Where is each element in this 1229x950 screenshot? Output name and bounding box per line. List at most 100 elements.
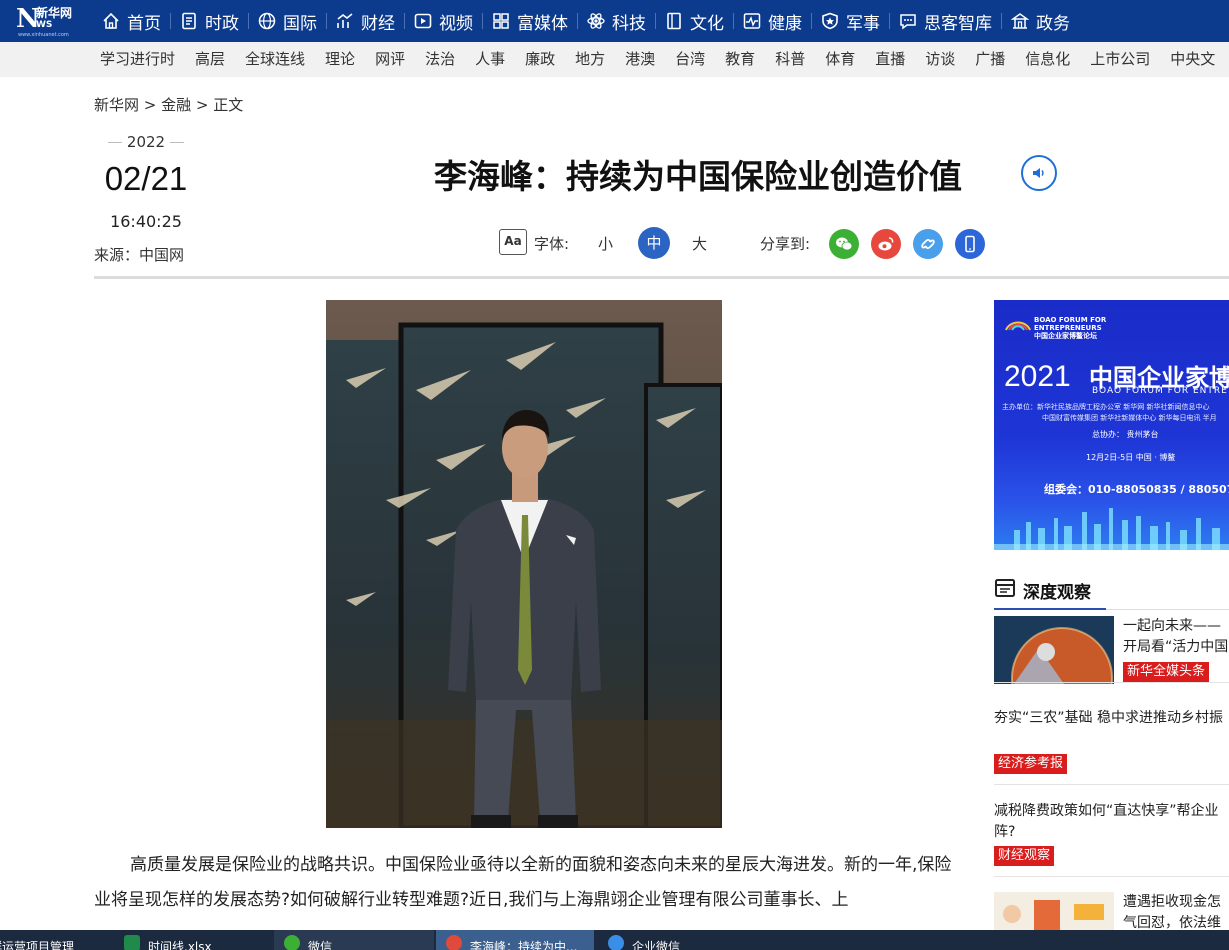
nav-item-government[interactable]: 政务	[1001, 0, 1079, 42]
news-tag[interactable]: 新华全媒头条	[1123, 662, 1210, 682]
font-size-small-button[interactable]: 小	[598, 233, 613, 254]
mobile-icon	[965, 235, 975, 253]
breadcrumb[interactable]: 新华网 > 金融 > 正文	[94, 94, 243, 115]
globe-icon	[257, 11, 277, 31]
sub-nav-item[interactable]: 人事	[465, 42, 515, 77]
sub-nav-item[interactable]: 教育	[715, 42, 765, 77]
video-icon	[413, 11, 433, 31]
sub-nav-item[interactable]: 理论	[315, 42, 365, 77]
nav-item-finance[interactable]: 财经	[326, 0, 404, 42]
ad-co-organizer: 总协办： 贵州茅台	[1092, 430, 1159, 439]
wecom-icon	[608, 935, 624, 950]
nav-item-culture[interactable]: 文化	[655, 0, 733, 42]
section-title-text: 深度观察	[1023, 583, 1091, 603]
share-link-button[interactable]	[913, 229, 943, 259]
news-headline-line[interactable]: 一起向未来——	[1123, 616, 1221, 637]
top-navigation-bar: N 新华网 WS www.xinhuanet.com 首页 时政 国际 财经 视…	[0, 0, 1229, 42]
ad-small-line: 中国企业家博鳌论坛	[1034, 332, 1097, 340]
home-icon	[101, 11, 121, 31]
news-headline-line[interactable]: 减税降费政策如何“直达快享”帮企业	[994, 801, 1219, 822]
font-size-icon: Aa	[499, 229, 527, 255]
document-icon	[179, 11, 199, 31]
section-underline	[1106, 609, 1229, 610]
news-separator	[994, 876, 1229, 877]
sub-nav-item[interactable]: 体育	[815, 42, 865, 77]
sub-nav-item[interactable]: 高层	[185, 42, 235, 77]
taskbar-label: 李海峰：持续为中...	[470, 940, 578, 950]
speaker-icon	[1033, 168, 1044, 178]
news-headline-line[interactable]: 夯实“三农”基础 稳中求进推动乡村振	[994, 708, 1223, 729]
nav-item-video[interactable]: 视频	[404, 0, 482, 42]
nav-label: 健康	[768, 13, 802, 34]
nav-label: 思客智库	[924, 13, 992, 34]
news-headline-line[interactable]: 开局看“活力中国	[1123, 637, 1228, 658]
ad-organizers-2: 中国财富传媒集团 新华社新媒体中心 新华每日电讯 半月	[1042, 414, 1217, 422]
news-separator	[994, 784, 1229, 785]
share-weibo-button[interactable]	[871, 229, 901, 259]
nav-item-tech[interactable]: 科技	[577, 0, 655, 42]
nav-item-military[interactable]: 军事	[811, 0, 889, 42]
ad-small-line: BOAO FORUM FOR	[1034, 316, 1107, 324]
wechat-app-icon	[284, 935, 300, 950]
sub-nav-item[interactable]: 直播	[865, 42, 915, 77]
excel-icon	[124, 935, 140, 950]
font-size-large-button[interactable]: 大	[692, 233, 707, 254]
atom-icon	[586, 11, 606, 31]
sub-nav-item[interactable]: 地方	[565, 42, 615, 77]
news-tag[interactable]: 经济参考报	[994, 754, 1068, 774]
sub-nav-item[interactable]: 台湾	[665, 42, 715, 77]
taskbar-item[interactable]: 微信	[274, 930, 434, 950]
news-tag[interactable]: 财经观察	[994, 846, 1055, 866]
font-size-medium-button[interactable]: 中	[638, 227, 670, 259]
logo-url: www.xinhuanet.com	[18, 32, 69, 38]
taskbar-label: 微信	[308, 940, 333, 950]
article-source: 来源：中国网	[94, 246, 185, 264]
forum-ad-banner[interactable]: BOAO FORUM FOR ENTREPRENEURS 中国企业家博鳌论坛 2…	[994, 300, 1229, 550]
read-aloud-button[interactable]	[1021, 155, 1057, 191]
sub-nav-item[interactable]: 学习进行时	[90, 42, 185, 77]
wechat-icon	[836, 237, 853, 251]
nav-item-international[interactable]: 国际	[248, 0, 326, 42]
font-size-label: 字体:	[534, 235, 570, 253]
nav-label: 时政	[205, 13, 239, 34]
nav-label: 财经	[361, 13, 395, 34]
nav-item-politics[interactable]: 时政	[170, 0, 248, 42]
sub-nav-item[interactable]: 廉政	[515, 42, 565, 77]
sub-nav-item[interactable]: 访谈	[915, 42, 965, 77]
nav-label: 富媒体	[517, 13, 568, 34]
nav-item-health[interactable]: 健康	[733, 0, 811, 42]
share-label: 分享到:	[760, 235, 811, 253]
skyline-illustration	[994, 508, 1229, 550]
sub-nav-item[interactable]: 广播	[965, 42, 1015, 77]
taskbar-label: 企业微信	[632, 940, 681, 950]
weibo-icon	[878, 237, 894, 251]
nav-item-home[interactable]: 首页	[92, 0, 170, 42]
taskbar-item[interactable]: 企业微信	[598, 930, 738, 950]
share-mobile-button[interactable]	[955, 229, 985, 259]
sub-nav-list: 学习进行时 高层 全球连线 理论 网评 法治 人事 廉政 地方 港澳 台湾 教育 科普 体育 直播 访谈 广播信…	[90, 42, 1225, 77]
taskbar-item[interactable]: 群运营项目管理	[0, 930, 110, 950]
os-taskbar: 群运营项目管理 时间线.xlsx 微信 李海峰：持续为中... 企业微信	[0, 930, 1229, 950]
sub-nav-item[interactable]: 全球连线	[235, 42, 315, 77]
sub-nav-item[interactable]: 科普	[765, 42, 815, 77]
nav-item-rich-media[interactable]: 富媒体	[482, 0, 577, 42]
article-photo[interactable]	[326, 300, 722, 828]
news-headline-line[interactable]: 阵?	[994, 822, 1015, 843]
news-thumbnail[interactable]	[994, 892, 1114, 930]
xinhua-logo[interactable]: N 新华网 WS www.xinhuanet.com	[16, 4, 80, 38]
taskbar-item[interactable]: 时间线.xlsx	[120, 930, 270, 950]
sub-nav-item[interactable]: 法治	[415, 42, 465, 77]
news-headline-line[interactable]: 遭遇拒收现金怎	[1123, 892, 1221, 913]
sub-nav-item[interactable]: 中央文	[1160, 42, 1225, 77]
main-nav: 首页 时政 国际 财经 视频 富媒体 科技 文化 健康 军事 思客智库 政务	[92, 0, 1079, 42]
sub-nav-item[interactable]: 上市公司	[1080, 42, 1160, 77]
ad-contact: 组委会：010-88050835 / 880507	[1044, 483, 1229, 496]
taskbar-item-active[interactable]: 李海峰：持续为中...	[436, 930, 594, 950]
nav-item-think-tank[interactable]: 思客智库	[889, 0, 1001, 42]
sub-nav-item[interactable]: 港澳	[615, 42, 665, 77]
sub-nav-item[interactable]: 网评	[365, 42, 415, 77]
shield-icon	[820, 11, 840, 31]
share-wechat-button[interactable]	[829, 229, 859, 259]
sub-nav-item[interactable]: 信息化	[1015, 42, 1080, 77]
news-thumbnail[interactable]	[994, 616, 1114, 684]
